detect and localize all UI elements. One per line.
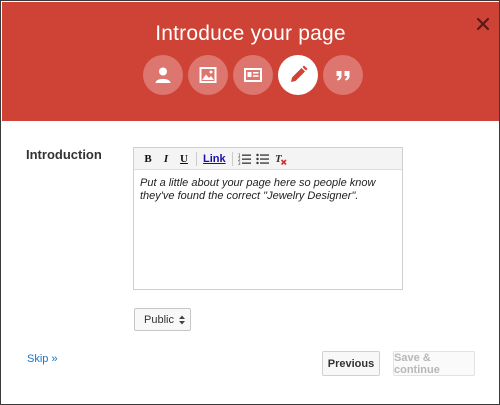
select-arrows-icon <box>178 314 186 329</box>
person-icon <box>153 65 173 85</box>
dialog-header: Introduce your page <box>2 2 499 121</box>
toolbar-divider <box>196 151 197 166</box>
previous-button[interactable]: Previous <box>322 351 380 376</box>
visibility-select[interactable]: Public <box>134 308 191 331</box>
step-indicator <box>143 55 363 95</box>
clear-formatting-icon[interactable]: T <box>272 150 290 168</box>
close-icon[interactable] <box>475 16 491 32</box>
step-tagline[interactable] <box>323 55 363 95</box>
visibility-value: Public <box>144 313 174 326</box>
step-introduction[interactable] <box>278 55 318 95</box>
introduction-editor: B I U Link 1 2 3 T Put a little about yo… <box>133 147 403 290</box>
numbered-list-icon[interactable]: 1 2 3 <box>236 150 254 168</box>
link-button[interactable]: Link <box>200 150 229 168</box>
quote-icon <box>333 65 353 85</box>
introduction-label: Introduction <box>26 147 102 162</box>
pencil-icon <box>287 64 309 86</box>
underline-button[interactable]: U <box>175 150 193 168</box>
step-profile[interactable] <box>143 55 183 95</box>
contact-card-icon <box>243 65 263 85</box>
save-continue-button[interactable]: Save & continue <box>393 351 475 376</box>
step-contact[interactable] <box>233 55 273 95</box>
svg-text:3: 3 <box>238 161 241 165</box>
toolbar-divider <box>231 151 233 166</box>
bulleted-list-icon[interactable] <box>254 150 272 168</box>
image-icon <box>198 65 218 85</box>
dialog-title: Introduce your page <box>155 22 346 45</box>
bold-button[interactable]: B <box>139 150 157 168</box>
italic-button[interactable]: I <box>157 150 175 168</box>
editor-toolbar: B I U Link 1 2 3 T <box>134 148 402 170</box>
step-photos[interactable] <box>188 55 228 95</box>
skip-link[interactable]: Skip » <box>27 353 58 365</box>
introduce-page-dialog: Introduce your page Introduction B I U L… <box>0 0 500 405</box>
editor-content[interactable]: Put a little about your page here so peo… <box>134 170 402 210</box>
